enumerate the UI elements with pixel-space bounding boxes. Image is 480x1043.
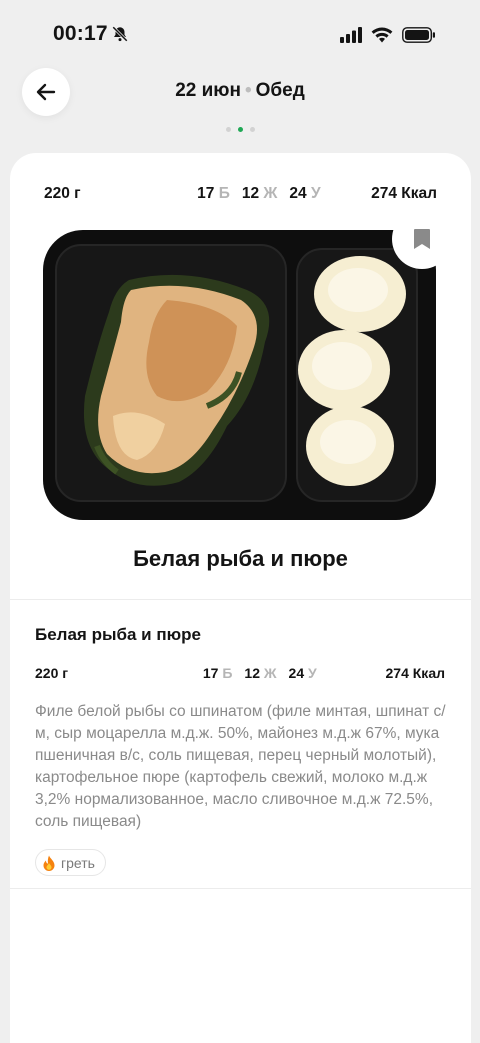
divider: [10, 599, 471, 600]
protein-value: 17: [197, 185, 215, 202]
fat-value: 12: [241, 185, 260, 202]
details-carbs-value: 24: [288, 665, 305, 681]
details-nutrition: 220 г 17 Б 12 Ж 24 У 274 Ккал: [35, 665, 445, 681]
tray-right-compartment: [296, 248, 418, 502]
status-icons: [340, 25, 436, 45]
details-macros: 17 Б 12 Ж 24 У: [68, 665, 385, 681]
carbs-letter: У: [310, 185, 321, 202]
carbs-value: 24: [289, 185, 307, 202]
details-carbs: 24 У: [289, 665, 317, 681]
macros: 17 Б 12 Ж 24 У: [81, 185, 372, 203]
details-protein-letter: Б: [222, 665, 233, 681]
details-fat-value: 12: [244, 665, 260, 681]
details-carbs-letter: У: [308, 665, 317, 681]
wifi-icon: [371, 27, 393, 43]
weight-value: 220 г: [44, 185, 81, 202]
status-time: 00:17: [53, 22, 108, 45]
battery-icon: [402, 27, 435, 43]
bookmark-button[interactable]: [392, 209, 452, 269]
fire-icon: [43, 855, 55, 871]
puree-illustration: [298, 256, 406, 486]
tray-left-compartment: [55, 244, 287, 502]
dish-photo: [43, 230, 436, 520]
header-title: 22 июн • Обед: [0, 80, 480, 102]
details-protein-value: 17: [202, 665, 219, 681]
bell-off-icon: [112, 26, 128, 42]
details-calories-value: 274 Ккал: [385, 665, 445, 681]
nutrition-summary: 220 г 17 Б 12 Ж 24 У 274 Ккал: [44, 185, 437, 203]
protein: 17 Б: [197, 185, 230, 203]
details-fat-letter: Ж: [263, 665, 277, 681]
fat-letter: Ж: [263, 185, 278, 202]
status-bar: 00:17: [0, 0, 480, 64]
header-meal: Обед: [255, 80, 305, 101]
calories-value: 274 Ккал: [371, 185, 437, 202]
header-date: 22 июн: [175, 80, 241, 101]
divider-bottom: [10, 888, 471, 889]
fat: 12 Ж: [242, 185, 278, 203]
fish-illustration: [83, 274, 270, 486]
meal-card: 220 г 17 Б 12 Ж 24 У 274 Ккал Белая рыба…: [10, 153, 471, 1043]
heat-tag[interactable]: греть: [35, 849, 106, 876]
ingredients-description: Филе белой рыбы со шпинатом (филе минтая…: [35, 703, 446, 830]
header-separator: •: [244, 80, 252, 101]
details-weight-value: 220 г: [35, 665, 69, 681]
details-protein: 17 Б: [203, 665, 233, 681]
details-title: Белая рыба и пюре: [35, 625, 201, 644]
cellular-icon: [340, 27, 362, 43]
bookmark-icon: [414, 229, 430, 249]
details-fat: 12 Ж: [244, 665, 276, 681]
page-dot-2-active[interactable]: [237, 127, 243, 132]
page-dot-1[interactable]: [225, 127, 231, 132]
protein-letter: Б: [218, 185, 230, 202]
page-indicator: [0, 127, 480, 132]
heat-tag-label: греть: [61, 854, 95, 871]
page-dot-3[interactable]: [249, 127, 255, 132]
dish-title: Белая рыба и пюре: [133, 546, 348, 571]
carbs: 24 У: [289, 185, 320, 203]
